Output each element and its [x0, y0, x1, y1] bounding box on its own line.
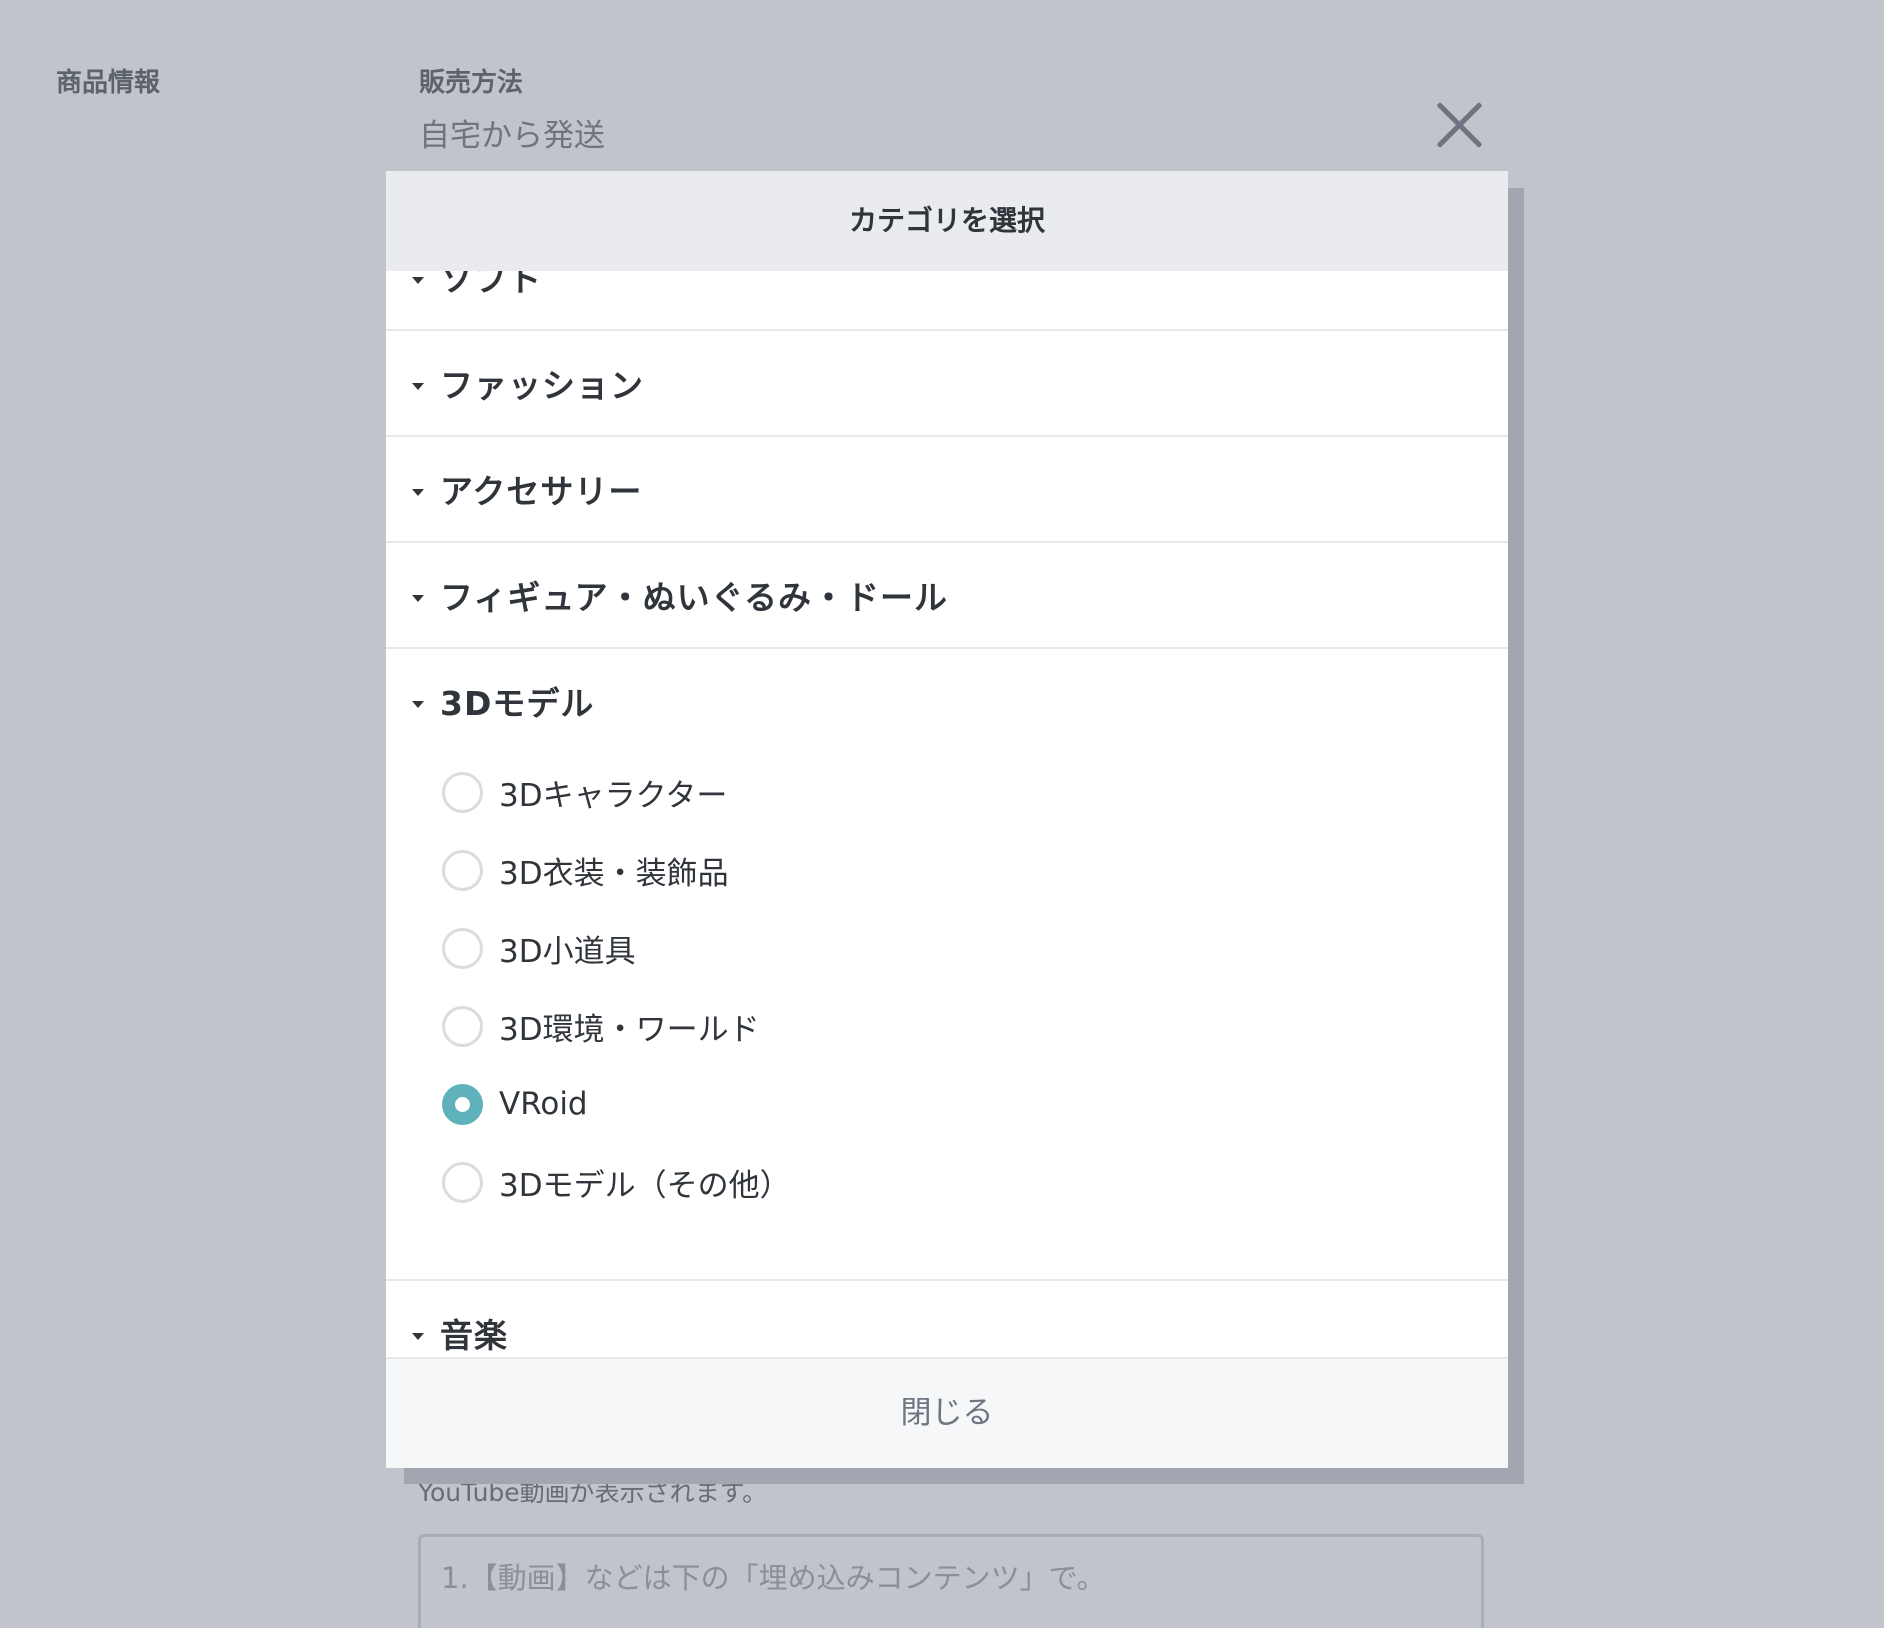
subcategory-option-selected[interactable]: VRoid: [386, 1065, 1508, 1143]
subcategory-label: 3D小道具: [499, 933, 636, 970]
subcategory-option[interactable]: 3D環境・ワールド: [386, 987, 1508, 1065]
subcategory-options: 3Dキャラクター 3D衣装・装飾品 3D小道具 3D環境・ワールド VRoid …: [386, 753, 1508, 1279]
category-label: ファッション: [440, 366, 644, 405]
close-button[interactable]: 閉じる: [386, 1357, 1508, 1468]
category-item: フィギュア・ぬいぐるみ・ドール: [386, 541, 1508, 647]
category-list: ソフト ファッション アクセサリー フィギュア・ぬいぐるみ・ドール 3Dモデル …: [386, 271, 1508, 1357]
radio-button[interactable]: [442, 771, 483, 813]
category-modal: カテゴリを選択 ソフト ファッション アクセサリー フィギュア・ぬいぐるみ・ドー…: [386, 171, 1508, 1468]
subcategory-option[interactable]: 3Dモデル（その他）: [386, 1143, 1508, 1221]
radio-button[interactable]: [442, 927, 483, 969]
caret-down-icon: [412, 382, 424, 390]
category-item-3d-model: 3Dモデル 3Dキャラクター 3D衣装・装飾品 3D小道具 3D環境・ワールド …: [386, 647, 1508, 1279]
close-icon[interactable]: [1434, 100, 1484, 150]
category-toggle[interactable]: 音楽: [386, 1281, 1508, 1357]
category-toggle[interactable]: ソフト: [386, 271, 1508, 329]
caret-down-icon: [412, 594, 424, 602]
radio-button-checked[interactable]: [442, 1083, 483, 1125]
caret-down-icon: [412, 276, 424, 284]
subcategory-option[interactable]: 3D衣装・装飾品: [386, 831, 1508, 909]
category-item: ソフト: [386, 271, 1508, 329]
caret-down-icon: [412, 488, 424, 496]
subcategory-label: 3D環境・ワールド: [499, 1011, 760, 1048]
modal-title: カテゴリを選択: [386, 171, 1508, 271]
category-label: アクセサリー: [440, 472, 643, 511]
category-label: フィギュア・ぬいぐるみ・ドール: [440, 578, 949, 617]
subcategory-option[interactable]: 3D小道具: [386, 909, 1508, 987]
subcategory-label: VRoid: [499, 1086, 588, 1122]
category-label: ソフト: [440, 271, 542, 299]
category-item: ファッション: [386, 329, 1508, 435]
subcategory-label: 3D衣装・装飾品: [499, 855, 729, 892]
category-toggle[interactable]: 3Dモデル: [386, 649, 1508, 753]
category-list-scroll[interactable]: ソフト ファッション アクセサリー フィギュア・ぬいぐるみ・ドール 3Dモデル …: [386, 271, 1508, 1357]
subcategory-label: 3Dモデル（その他）: [499, 1167, 791, 1204]
subcategory-label: 3Dキャラクター: [499, 777, 728, 814]
category-label: 3Dモデル: [440, 684, 595, 723]
category-toggle[interactable]: フィギュア・ぬいぐるみ・ドール: [386, 543, 1508, 647]
category-item: アクセサリー: [386, 435, 1508, 541]
radio-button[interactable]: [442, 1005, 483, 1047]
category-toggle[interactable]: ファッション: [386, 331, 1508, 435]
subcategory-option[interactable]: 3Dキャラクター: [386, 753, 1508, 831]
caret-down-icon: [412, 700, 424, 708]
radio-button[interactable]: [442, 1161, 483, 1203]
radio-button[interactable]: [442, 849, 483, 891]
category-label: 音楽: [440, 1316, 508, 1355]
category-toggle[interactable]: アクセサリー: [386, 437, 1508, 541]
caret-down-icon: [412, 1332, 424, 1340]
category-item: 音楽: [386, 1279, 1508, 1357]
